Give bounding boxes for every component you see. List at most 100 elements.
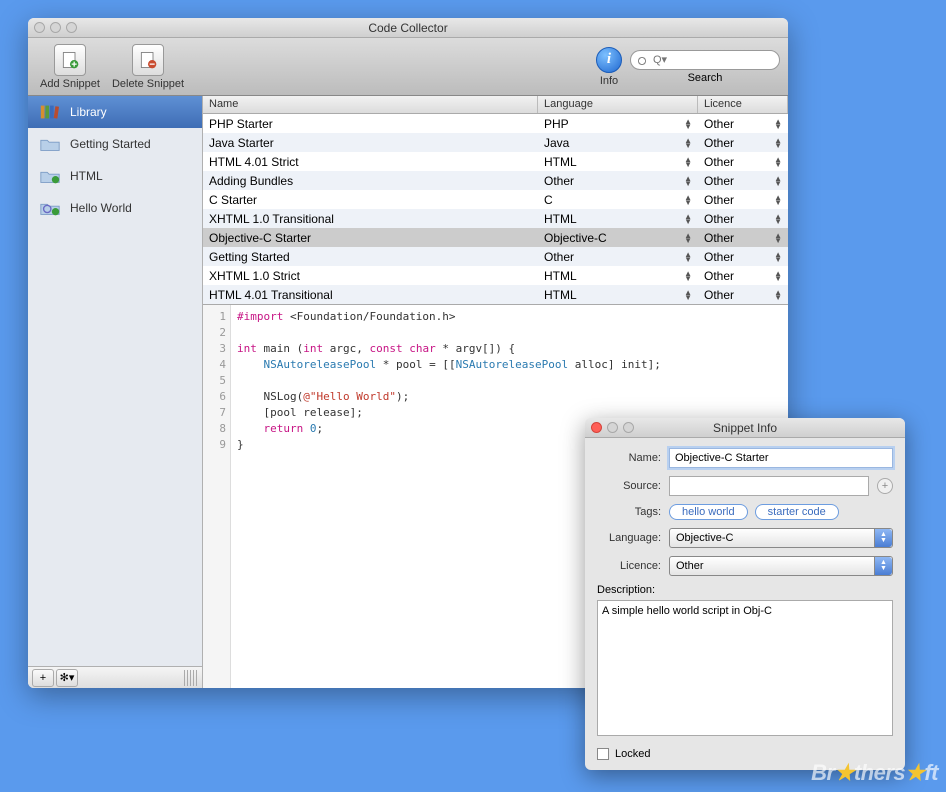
chevron-updown-icon: ▲▼ [874, 557, 892, 575]
cell-language: Other▲▼ [538, 250, 698, 264]
cell-licence: Other▲▼ [698, 136, 788, 150]
sidebar-item-hello-world[interactable]: Hello World [28, 192, 202, 224]
sidebar-item-label: Getting Started [70, 137, 151, 151]
name-label: Name: [597, 452, 661, 464]
description-field[interactable]: A simple hello world script in Obj-C [597, 600, 893, 736]
cell-language: HTML▲▼ [538, 155, 698, 169]
info-icon: i [596, 47, 622, 73]
table-row[interactable]: HTML 4.01 TransitionalHTML▲▼Other▲▼ [203, 285, 788, 304]
search-input[interactable] [630, 50, 780, 70]
cell-name: Objective-C Starter [203, 231, 538, 245]
cell-name: Adding Bundles [203, 174, 538, 188]
cell-language: Other▲▼ [538, 174, 698, 188]
cell-name: Java Starter [203, 136, 538, 150]
cell-licence: Other▲▼ [698, 250, 788, 264]
col-language[interactable]: Language [538, 96, 698, 113]
resize-grip-icon[interactable] [184, 670, 198, 686]
window-title: Code Collector [28, 21, 788, 35]
description-label: Description: [597, 584, 893, 596]
smart-folder-icon [38, 198, 62, 218]
col-licence[interactable]: Licence [698, 96, 788, 113]
line-gutter: 123456789 [203, 305, 231, 688]
table-row[interactable]: Java StarterJava▲▼Other▲▼ [203, 133, 788, 152]
action-menu-button[interactable]: ✻▾ [56, 669, 78, 687]
table-row[interactable]: Getting StartedOther▲▼Other▲▼ [203, 247, 788, 266]
cell-name: XHTML 1.0 Transitional [203, 212, 538, 226]
tag-pill[interactable]: hello world [669, 504, 748, 520]
licence-select[interactable]: Other ▲▼ [669, 556, 893, 576]
cell-language: C▲▼ [538, 193, 698, 207]
snippet-table[interactable]: PHP StarterPHP▲▼Other▲▼Java StarterJava▲… [203, 114, 788, 304]
source-label: Source: [597, 480, 661, 492]
licence-label: Licence: [597, 560, 661, 572]
cell-language: Objective-C▲▼ [538, 231, 698, 245]
table-row[interactable]: Adding BundlesOther▲▼Other▲▼ [203, 171, 788, 190]
cell-language: Java▲▼ [538, 136, 698, 150]
add-snippet-icon [54, 44, 86, 76]
cell-licence: Other▲▼ [698, 155, 788, 169]
panel-titlebar[interactable]: Snippet Info [585, 418, 905, 438]
snippet-info-panel: Snippet Info Name: Source: + Tags: hello… [585, 418, 905, 770]
col-name[interactable]: Name [203, 96, 538, 113]
cell-licence: Other▲▼ [698, 212, 788, 226]
sidebar-item-html[interactable]: HTML [28, 160, 202, 192]
watermark: Br★thers★ft [811, 760, 938, 786]
cell-licence: Other▲▼ [698, 288, 788, 302]
locked-checkbox[interactable] [597, 748, 609, 760]
locked-label: Locked [615, 748, 650, 760]
sidebar: Library Getting Started HTML Hello World… [28, 96, 203, 688]
tag-pill[interactable]: starter code [755, 504, 839, 520]
add-source-button[interactable]: + [877, 478, 893, 494]
add-snippet-label: Add Snippet [40, 78, 100, 90]
folder-icon [38, 134, 62, 154]
cell-name: HTML 4.01 Transitional [203, 288, 538, 302]
table-row[interactable]: PHP StarterPHP▲▼Other▲▼ [203, 114, 788, 133]
cell-name: Getting Started [203, 250, 538, 264]
cell-language: HTML▲▼ [538, 288, 698, 302]
sidebar-item-getting-started[interactable]: Getting Started [28, 128, 202, 160]
sidebar-item-library[interactable]: Library [28, 96, 202, 128]
info-button[interactable]: i Info [592, 47, 626, 87]
cell-language: HTML▲▼ [538, 269, 698, 283]
table-row[interactable]: C StarterC▲▼Other▲▼ [203, 190, 788, 209]
delete-snippet-button[interactable]: Delete Snippet [108, 44, 188, 90]
panel-title: Snippet Info [585, 421, 905, 435]
cell-name: HTML 4.01 Strict [203, 155, 538, 169]
table-row[interactable]: XHTML 1.0 TransitionalHTML▲▼Other▲▼ [203, 209, 788, 228]
toolbar: Add Snippet Delete Snippet i Info Search [28, 38, 788, 96]
add-snippet-button[interactable]: Add Snippet [36, 44, 104, 90]
info-label: Info [600, 75, 618, 87]
language-select[interactable]: Objective-C ▲▼ [669, 528, 893, 548]
sidebar-footer: + ✻▾ [28, 666, 202, 688]
folder-icon [38, 166, 62, 186]
cell-language: PHP▲▼ [538, 117, 698, 131]
cell-name: PHP Starter [203, 117, 538, 131]
table-row[interactable]: XHTML 1.0 StrictHTML▲▼Other▲▼ [203, 266, 788, 285]
tags-label: Tags: [597, 506, 661, 518]
tags-container[interactable]: hello world starter code [669, 504, 893, 520]
chevron-updown-icon: ▲▼ [874, 529, 892, 547]
library-icon [38, 102, 62, 122]
cell-language: HTML▲▼ [538, 212, 698, 226]
cell-name: XHTML 1.0 Strict [203, 269, 538, 283]
sidebar-item-label: HTML [70, 169, 103, 183]
sidebar-item-label: Library [70, 105, 107, 119]
cell-licence: Other▲▼ [698, 117, 788, 131]
table-row[interactable]: Objective-C StarterObjective-C▲▼Other▲▼ [203, 228, 788, 247]
source-field[interactable] [669, 476, 869, 496]
add-button[interactable]: + [32, 669, 54, 687]
language-label: Language: [597, 532, 661, 544]
cell-name: C Starter [203, 193, 538, 207]
cell-licence: Other▲▼ [698, 231, 788, 245]
delete-snippet-icon [132, 44, 164, 76]
cell-licence: Other▲▼ [698, 193, 788, 207]
titlebar[interactable]: Code Collector [28, 18, 788, 38]
delete-snippet-label: Delete Snippet [112, 78, 184, 90]
cell-licence: Other▲▼ [698, 269, 788, 283]
table-header: Name Language Licence [203, 96, 788, 114]
sidebar-item-label: Hello World [70, 201, 132, 215]
name-field[interactable] [669, 448, 893, 468]
table-row[interactable]: HTML 4.01 StrictHTML▲▼Other▲▼ [203, 152, 788, 171]
cell-licence: Other▲▼ [698, 174, 788, 188]
search-label: Search [688, 72, 723, 84]
